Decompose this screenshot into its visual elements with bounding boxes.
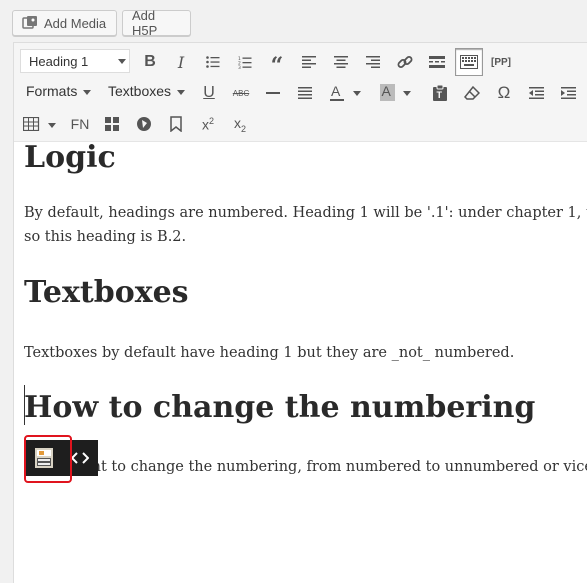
clear-formatting-icon [464, 86, 480, 100]
add-media-button[interactable]: Add Media [12, 10, 117, 36]
editor: Heading 1 B I 123 “ [PP] Formats Textbox… [13, 42, 587, 583]
footnote-button[interactable]: FN [66, 110, 94, 138]
media-buttons-bar: Add Media Add H5P [0, 0, 587, 42]
code-icon [71, 452, 89, 464]
chevron-down-icon [118, 59, 126, 64]
indent-icon [560, 87, 576, 99]
subscript-button[interactable]: x2 [226, 110, 254, 138]
editor-toolbar: Heading 1 B I 123 “ [PP] Formats Textbox… [14, 43, 587, 142]
svg-text:T: T [437, 90, 443, 100]
heading-textboxes: Textboxes [24, 275, 189, 310]
svg-text:A: A [331, 84, 341, 99]
align-left-button[interactable] [295, 48, 323, 76]
glossary-button[interactable] [130, 110, 158, 138]
align-right-button[interactable] [359, 48, 387, 76]
link-icon [397, 56, 413, 68]
indent-button[interactable] [554, 79, 582, 107]
bold-button[interactable]: B [136, 48, 164, 76]
horizontal-rule-button[interactable] [259, 79, 287, 107]
formats-menu[interactable]: Formats [26, 79, 92, 103]
underline-button[interactable]: U [195, 79, 223, 107]
blockquote-button[interactable]: “ [263, 48, 291, 79]
layout-icon [105, 117, 119, 131]
background-color-button[interactable]: A [376, 79, 416, 107]
add-h5p-label: Add H5P [132, 8, 158, 38]
chevron-down-icon [177, 90, 186, 95]
paragraph-line: so this heading is B.2. [24, 229, 187, 245]
text-color-icon: A [330, 84, 361, 101]
align-center-icon [334, 56, 348, 68]
read-more-button[interactable] [423, 48, 451, 76]
table-icon [23, 117, 56, 131]
underline-icon: U [203, 84, 215, 101]
add-h5p-button[interactable]: Add H5P [122, 8, 191, 38]
paragraph-line: By default, headings are numbered. Headi… [24, 205, 587, 221]
paste-as-text-button[interactable]: T [426, 79, 454, 107]
italic-icon: I [177, 52, 185, 72]
justify-icon [298, 87, 312, 99]
formats-menu-label: Formats [26, 83, 78, 99]
blockquote-icon: “ [270, 53, 284, 79]
paragraph: Textboxes by default have heading 1 but … [24, 345, 515, 361]
paragraph: If you want to change the numbering, fro… [24, 459, 587, 475]
align-center-button[interactable] [327, 48, 355, 76]
media-icon [22, 16, 37, 29]
strikethrough-icon: ABC [232, 88, 250, 98]
add-media-label: Add Media [44, 15, 107, 31]
bullet-list-button[interactable] [199, 48, 227, 76]
chevron-down-icon [83, 90, 92, 95]
superscript-icon: x2 [201, 115, 214, 133]
heading-logic: Logic [24, 142, 116, 175]
align-right-icon [366, 56, 380, 68]
format-select[interactable]: Heading 1 [20, 49, 130, 73]
clear-formatting-button[interactable] [458, 79, 486, 107]
toolbar-toggle-icon [460, 55, 478, 69]
bookmark-button[interactable] [162, 110, 190, 138]
bookmark-icon [170, 116, 182, 132]
numbered-list-button[interactable]: 123 [231, 48, 259, 76]
background-color-icon: A [380, 84, 411, 101]
subscript-icon: x2 [233, 114, 246, 134]
link-button[interactable] [391, 48, 419, 76]
special-character-icon: Ω [497, 83, 511, 102]
format-select-value: Heading 1 [29, 53, 89, 69]
editor-content[interactable]: Logic By default, headings are numbered.… [14, 142, 587, 582]
table-button[interactable] [20, 110, 60, 138]
svg-text:A: A [382, 84, 392, 99]
numbered-list-icon: 123 [238, 56, 252, 69]
strikethrough-button[interactable]: ABC [227, 79, 255, 107]
highlight-box [24, 435, 72, 483]
paste-as-text-icon: T [433, 85, 447, 101]
horizontal-rule-icon [266, 92, 280, 94]
italic-button[interactable]: I [167, 48, 195, 76]
footnote-icon: FN [70, 116, 90, 132]
pp-icon: [PP] [491, 56, 511, 68]
toolbar-toggle-button[interactable] [455, 48, 483, 76]
textboxes-menu-label: Textboxes [108, 83, 172, 99]
heading-numbering: How to change the numbering [24, 390, 536, 425]
textboxes-menu[interactable]: Textboxes [108, 79, 186, 103]
read-more-icon [429, 56, 445, 68]
align-left-icon [302, 56, 316, 68]
pp-button[interactable]: [PP] [487, 48, 515, 76]
outdent-icon [528, 87, 544, 99]
superscript-button[interactable]: x2 [194, 110, 222, 138]
text-color-button[interactable]: A [326, 79, 366, 107]
special-character-button[interactable]: Ω [490, 79, 518, 107]
glossary-icon [137, 117, 151, 131]
justify-button[interactable] [291, 79, 319, 107]
bullet-list-icon [206, 56, 220, 68]
layout-button[interactable] [98, 110, 126, 138]
svg-text:3: 3 [238, 65, 241, 69]
bold-icon: B [144, 53, 156, 70]
outdent-button[interactable] [522, 79, 550, 107]
